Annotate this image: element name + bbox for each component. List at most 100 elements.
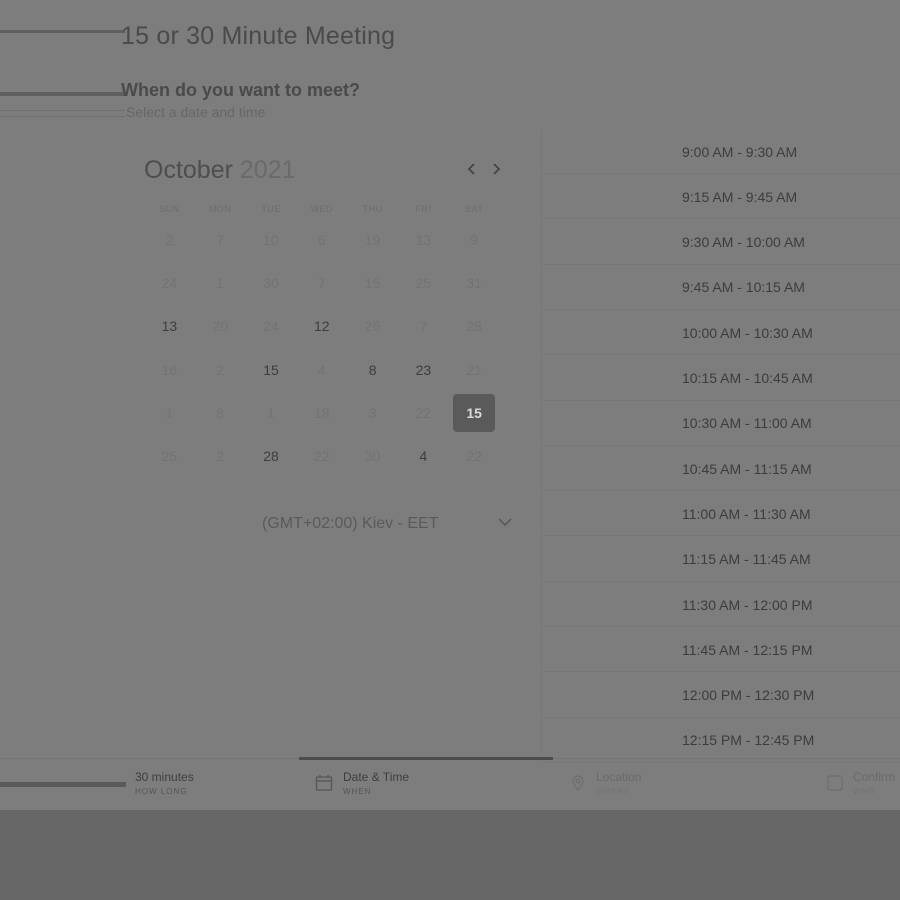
next-month-button[interactable] (486, 158, 506, 182)
weekday-label: THU (362, 204, 383, 214)
time-slot-button[interactable]: 10:30 AM - 11:00 AM (542, 402, 900, 446)
calendar-day-unavailable: 30 (246, 261, 297, 304)
calendar-day-unavailable: 24 (144, 261, 195, 304)
timezone-dropdown-button[interactable] (497, 514, 513, 532)
calendar-week-row: 16 2 15 4 8 23 21 (144, 348, 500, 391)
calendar-week-row: 24 1 30 7 15 25 31 (144, 261, 500, 304)
calendar-week-row: 2 7 10 6 19 13 9 (144, 218, 500, 261)
calendar-day-unavailable: 22 (296, 434, 347, 477)
sidebar-divider (0, 92, 125, 96)
calendar-day-unavailable: 18 (296, 391, 347, 434)
step-confirm[interactable]: Confirm WHO (853, 770, 895, 796)
time-slot-button[interactable]: 10:00 AM - 10:30 AM (542, 311, 900, 356)
calendar-day-unavailable: 13 (398, 218, 449, 261)
calendar-day-available[interactable]: 23 (398, 348, 449, 391)
time-slot-label: 10:15 AM - 10:45 AM (682, 370, 813, 386)
calendar-day-number: 8 (216, 404, 225, 421)
calendar-day-number: 9 (470, 231, 479, 248)
time-slot-button[interactable]: 12:15 PM - 12:45 PM (542, 719, 900, 763)
calendar-day-number: 7 (419, 318, 428, 335)
time-slot-label: 10:00 AM - 10:30 AM (682, 324, 813, 341)
calendar-day-number: 4 (419, 448, 428, 465)
calendar-day-number: 22 (314, 448, 330, 465)
calendar-day-number: 28 (263, 448, 279, 465)
step-date-time-sub: WHEN (343, 787, 372, 796)
calendar-day-number: 6 (317, 231, 326, 248)
calendar-day-number: 30 (263, 274, 279, 291)
time-slot-button[interactable]: 9:30 AM - 10:00 AM (542, 221, 900, 265)
time-slot-button[interactable]: 9:15 AM - 9:45 AM (542, 175, 900, 220)
calendar-day-number: 2 (165, 231, 174, 248)
timezone-select[interactable]: (GMT+02:00) Kiev - EET (262, 515, 439, 533)
calendar-day-available[interactable]: 13 (144, 305, 195, 348)
page-title: 15 or 30 Minute Meeting (121, 22, 396, 50)
time-slot-label: 9:30 AM - 10:00 AM (682, 234, 805, 251)
calendar-day-unavailable: 31 (449, 261, 500, 304)
time-slot-button[interactable]: 9:00 AM - 9:30 AM (542, 130, 900, 174)
calendar-day-number: 15 (263, 361, 279, 378)
calendar-day-unavailable: 24 (246, 305, 297, 348)
prev-month-button[interactable] (462, 158, 482, 182)
chevron-right-icon (493, 163, 501, 175)
calendar-day-number: 20 (212, 318, 228, 335)
calendar-day-number: 16 (161, 361, 178, 378)
calendar-day-number: 31 (466, 274, 482, 291)
time-slot-button[interactable]: 10:45 AM - 11:15 AM (542, 447, 900, 492)
time-slot-button[interactable]: 11:00 AM - 11:30 AM (542, 492, 900, 537)
calendar-day-available[interactable]: 8 (347, 348, 398, 391)
time-slot-label: 11:00 AM - 11:30 AM (682, 505, 811, 522)
time-slot-button[interactable]: 11:15 AM - 11:45 AM (542, 538, 900, 582)
calendar-day-number: 24 (161, 274, 178, 291)
section-title: When do you want to meet? (121, 80, 360, 100)
calendar-day-number: 1 (216, 274, 225, 291)
calendar-day-available[interactable]: 4 (398, 434, 449, 477)
time-slots-panel: 9:00 AM - 9:30 AM 9:15 AM - 9:45 AM 9:30 A… (541, 130, 900, 763)
chevron-down-icon (498, 518, 512, 527)
calendar-day-unavailable: 8 (195, 391, 246, 434)
calendar-day-unavailable: 6 (296, 218, 347, 261)
calendar-day-available[interactable]: 15 (246, 348, 297, 391)
weekday-label: MON (208, 204, 232, 214)
calendar-day-number: 18 (314, 404, 330, 421)
step-location[interactable]: Location WHERE (596, 770, 641, 796)
calendar-day-number: 22 (466, 448, 482, 465)
calendar-week-row: 1 8 1 18 3 22 15 (144, 391, 500, 434)
calendar-day-number: 26 (364, 318, 381, 335)
step-date-time[interactable]: Date & Time WHEN (343, 770, 409, 796)
scheduler-app: 15 or 30 Minute Meeting When do you want… (0, 0, 900, 810)
calendar-month-heading: October 2021 (144, 156, 296, 185)
section-subtitle: Select a date and time (126, 104, 266, 120)
weekday-label: WED (310, 204, 334, 214)
overlay-bottom-strip (0, 810, 900, 900)
calendar-day-number: 1 (165, 404, 174, 421)
calendar-day-unavailable: 15 (347, 261, 398, 304)
calendar-day-unavailable: 10 (246, 218, 297, 261)
calendar-day-number: 10 (263, 231, 279, 248)
time-slot-button[interactable]: 11:45 AM - 12:15 PM (542, 628, 900, 673)
time-slot-label: 9:00 AM - 9:30 AM (682, 143, 798, 160)
calendar-week-row: 25 2 28 22 30 4 22 (144, 434, 500, 477)
step-duration[interactable]: 30 minutes HOW LONG (135, 770, 194, 796)
calendar-day-selected[interactable]: 15 (449, 391, 500, 434)
weekday-label: FRI (415, 204, 432, 214)
calendar-day-available[interactable]: 28 (246, 434, 297, 477)
calendar-day-unavailable: 20 (195, 305, 246, 348)
checkbox-icon (827, 775, 843, 791)
calendar-day-number: 23 (415, 361, 432, 378)
weekday-label: SUN (159, 204, 180, 214)
calendar-day-unavailable: 22 (398, 391, 449, 434)
time-slot-button[interactable]: 11:30 AM - 12:00 PM (542, 583, 900, 627)
calendar-day-number: 24 (263, 318, 279, 335)
map-pin-icon (572, 775, 584, 791)
time-slot-label: 11:45 AM - 12:15 PM (682, 641, 813, 658)
time-slot-button[interactable]: 12:00 PM - 12:30 PM (542, 674, 900, 718)
calendar-day-available[interactable]: 12 (296, 305, 347, 348)
calendar-day-unavailable: 22 (449, 434, 500, 477)
calendar-day-number: 19 (364, 231, 381, 248)
calendar-day-number: 7 (216, 231, 225, 248)
time-slot-button[interactable]: 9:45 AM - 10:15 AM (542, 266, 900, 310)
time-slot-button[interactable]: 10:15 AM - 10:45 AM (542, 357, 900, 401)
calendar-day-number: 3 (368, 404, 377, 421)
step-location-label: Location (596, 770, 642, 784)
step-confirm-label: Confirm (853, 770, 896, 784)
